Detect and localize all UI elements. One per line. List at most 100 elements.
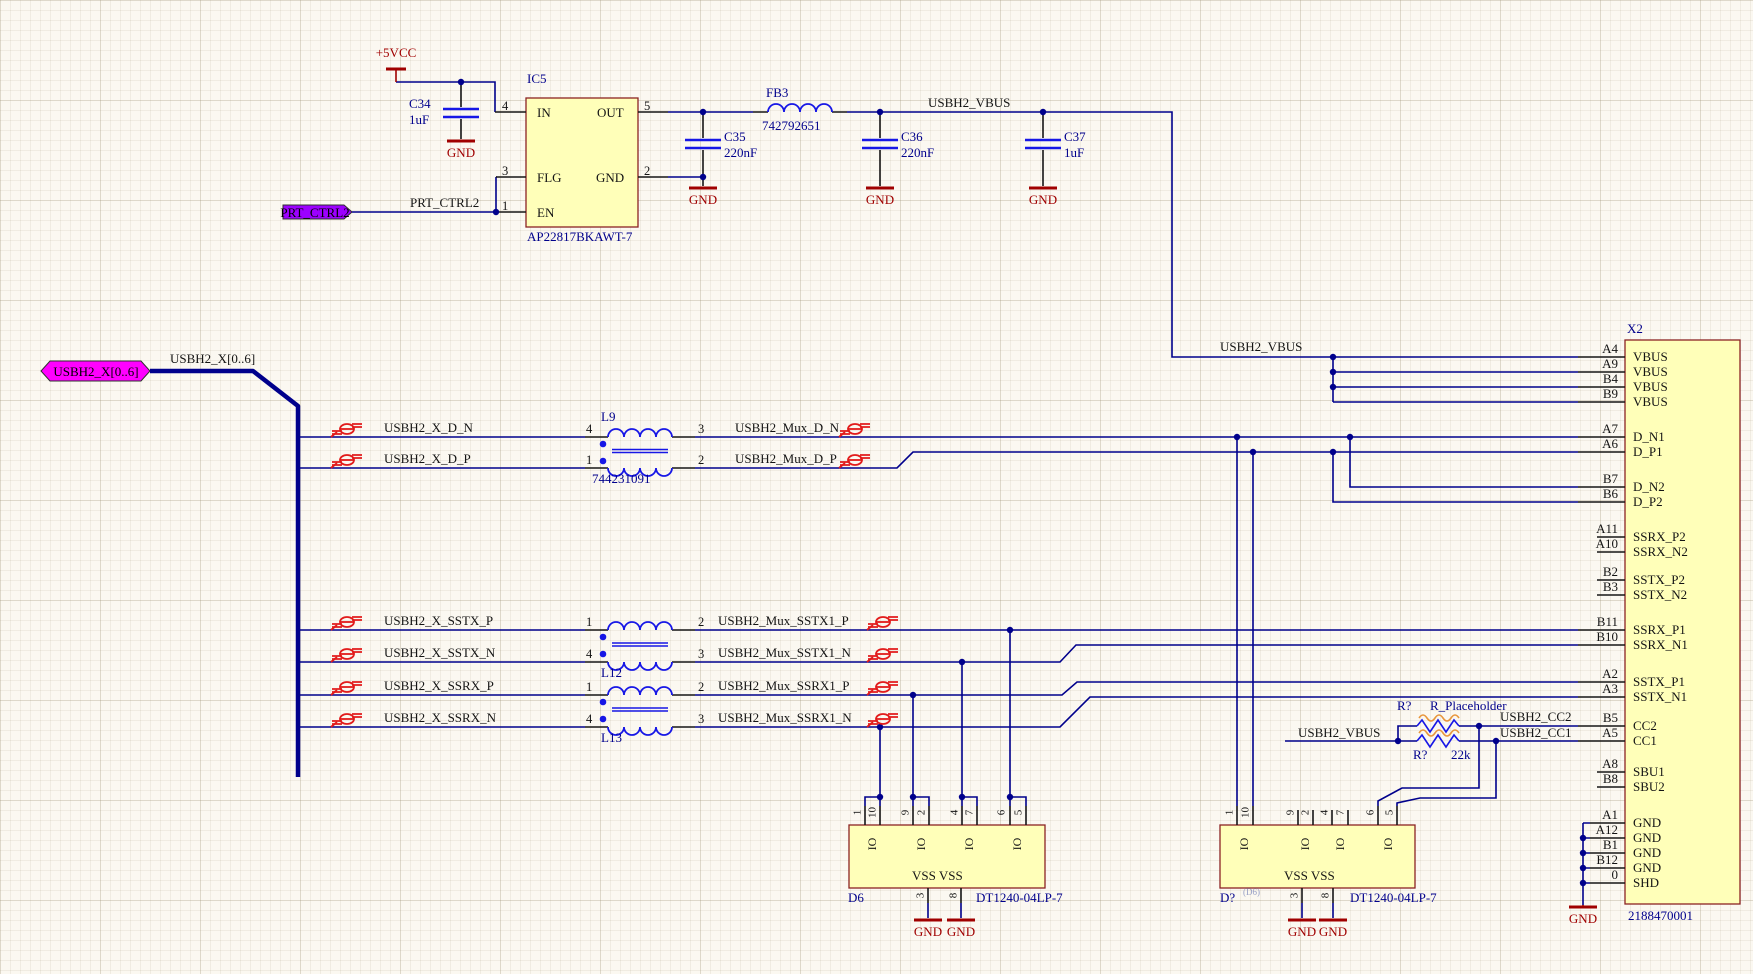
net-label-mux-sstx1-n[interactable]: USBH2_Mux_SSTX1_N [718,646,851,659]
net-label-x-ssrx-p[interactable]: USBH2_X_SSRX_P [384,679,494,692]
dq-pin-num: 7 [1336,804,1347,822]
x2-designator[interactable]: X2 [1627,322,1643,335]
gnd-label[interactable]: GND [866,193,894,206]
x2-pin-num: A9 [1574,357,1618,370]
diffpair-icon [839,424,870,437]
vcc-label[interactable]: +5VCC [376,46,417,59]
x2-pin-num: A8 [1574,757,1618,770]
net-label-mux-ssrx1-n[interactable]: USBH2_Mux_SSRX1_N [718,711,852,724]
d6-pin-num: 2 [917,804,928,822]
dq-designator[interactable]: D? [1220,891,1235,904]
d6-io: IO [915,834,927,854]
ic5-part[interactable]: AP22817BKAWT-7 [527,230,632,243]
r-bottom-val[interactable]: 22k [1451,748,1471,761]
c36-val[interactable]: 220nF [901,146,934,159]
component-bodies[interactable] [526,98,1740,904]
gnd-label[interactable]: GND [947,925,975,938]
x2-pin-num: B4 [1574,372,1618,385]
x2-pin-num: B10 [1574,630,1618,643]
diffpair-icon [331,455,362,468]
r-top-ref[interactable]: R? [1397,699,1411,712]
c34-val[interactable]: 1uF [409,113,429,126]
dq-pin-num: 6 [1366,804,1377,822]
x2-pin-name: D_N1 [1633,430,1665,443]
l12-designator[interactable]: L12 [601,666,622,679]
x2-pin-name: CC2 [1633,719,1657,732]
gnd-label[interactable]: GND [447,146,475,159]
x2-pin-name: SBU2 [1633,780,1665,793]
d6-designator[interactable]: D6 [848,891,864,904]
net-label-vbus[interactable]: USBH2_VBUS [1298,726,1380,739]
net-label-x-ssrx-n[interactable]: USBH2_X_SSRX_N [384,711,496,724]
bus-label[interactable]: USBH2_X[0..6] [170,352,255,365]
dq-pin-num: 10 [1241,804,1252,822]
net-label-x-d-n[interactable]: USBH2_X_D_N [384,421,473,434]
c35-val[interactable]: 220nF [724,146,757,159]
dq-io: IO [1238,834,1250,854]
ic5-designator[interactable]: IC5 [527,72,547,85]
d6-pin-num: 7 [965,804,976,822]
net-label-mux-d-n[interactable]: USBH2_Mux_D_N [735,421,839,434]
gnd-label[interactable]: GND [1029,193,1057,206]
net-label-cc1[interactable]: USBH2_CC1 [1500,726,1572,739]
x2-pin-name: SSRX_P1 [1633,623,1686,636]
fb3-part[interactable]: 742792651 [762,119,821,132]
l13-pin-num: 4 [586,713,592,726]
port-usbh2-x-label[interactable]: USBH2_X[0..6] [53,365,138,378]
l13-pin-num: 2 [698,681,704,694]
x2-pin-num: A11 [1574,522,1618,535]
x2-pin-name: SSTX_N1 [1633,690,1687,703]
port-prt-ctrl2-label[interactable]: PRT_CTRL2 [280,206,349,219]
dq-part[interactable]: DT1240-04LP-7 [1350,891,1437,904]
r-top-val[interactable]: R_Placeholder [1430,699,1507,712]
c34-ref[interactable]: C34 [409,97,431,110]
bus-usbh2-x[interactable] [150,371,298,777]
gnd-label[interactable]: GND [1288,925,1316,938]
l9-designator[interactable]: L9 [601,410,615,423]
gnd-label[interactable]: GND [689,193,717,206]
x2-pin-num: B12 [1574,853,1618,866]
d6-part[interactable]: DT1240-04LP-7 [976,891,1063,904]
x2-part[interactable]: 2188470001 [1628,909,1693,922]
c37-val[interactable]: 1uF [1064,146,1084,159]
net-label-x-sstx-p[interactable]: USBH2_X_SSTX_P [384,614,493,627]
ic5-pin-in: IN [537,106,551,119]
schematic-canvas [0,0,1753,974]
net-label-x-sstx-n[interactable]: USBH2_X_SSTX_N [384,646,495,659]
dq-io: IO [1299,834,1311,854]
x2-pin-num: A4 [1574,342,1618,355]
c36-ref[interactable]: C36 [901,130,923,143]
x2-pin-name: D_N2 [1633,480,1665,493]
ic5-pin-gnd: GND [596,171,624,184]
c35-ref[interactable]: C35 [724,130,746,143]
net-label-cc2[interactable]: USBH2_CC2 [1500,710,1572,723]
gnd-label[interactable]: GND [1319,925,1347,938]
fb3-ref[interactable]: FB3 [766,86,788,99]
l9-pin-num: 1 [586,454,592,467]
x2-pin-num: B5 [1574,711,1618,724]
r-bottom-ref[interactable]: R? [1413,748,1427,761]
l12-pin-num: 4 [586,648,592,661]
gnd-label[interactable]: GND [914,925,942,938]
net-label-mux-sstx1-p[interactable]: USBH2_Mux_SSTX1_P [718,614,849,627]
x2-pin-name: SBU1 [1633,765,1665,778]
dq-pin-num: 5 [1385,804,1396,822]
net-label-mux-d-p[interactable]: USBH2_Mux_D_P [735,452,837,465]
l13-designator[interactable]: L13 [601,731,622,744]
gnd-label[interactable]: GND [1569,912,1597,925]
net-label-vbus[interactable]: USBH2_VBUS [928,96,1010,109]
l9-part[interactable]: 744231091 [592,472,651,485]
net-label-mux-ssrx1-p[interactable]: USBH2_Mux_SSRX1_P [718,679,850,692]
net-label-prt-ctrl2[interactable]: PRT_CTRL2 [410,196,479,209]
x2-pin-name: SSTX_N2 [1633,588,1687,601]
dq-pin-num: 1 [1225,804,1236,822]
wires[interactable] [298,82,1590,918]
c37-ref[interactable]: C37 [1064,130,1086,143]
dq-gnd-pin-num: 8 [1321,887,1332,905]
x2-pin-num: A7 [1574,422,1618,435]
net-label-vbus[interactable]: USBH2_VBUS [1220,340,1302,353]
net-label-x-d-p[interactable]: USBH2_X_D_P [384,452,471,465]
l13-pin-num: 1 [586,681,592,694]
x2-pin-num: B3 [1574,580,1618,593]
x2-pin-name: SSRX_P2 [1633,530,1686,543]
